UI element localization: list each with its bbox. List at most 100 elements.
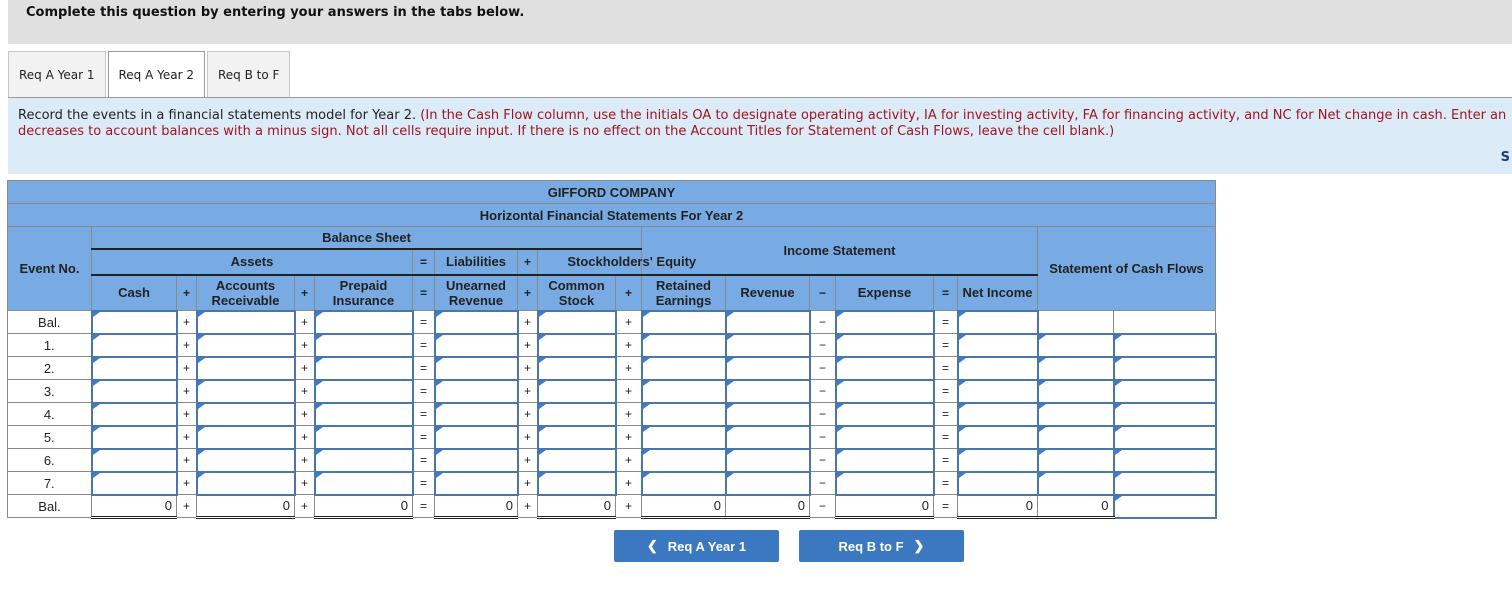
ur-input-cell[interactable] <box>433 309 519 335</box>
pi-input-field[interactable] <box>315 334 412 356</box>
tab-req-a-year-1[interactable]: Req A Year 1 <box>8 51 106 98</box>
cs-input-cell[interactable] <box>536 447 617 473</box>
pi-input-field[interactable] <box>315 380 412 402</box>
net-income-input-field[interactable] <box>958 311 1037 333</box>
cs-input-cell[interactable] <box>536 424 617 450</box>
re-input-field[interactable] <box>642 311 725 333</box>
ar-input-field[interactable] <box>197 472 294 494</box>
cash-flow-activity-input-field[interactable] <box>1114 472 1215 494</box>
cash-input-cell[interactable] <box>90 424 178 450</box>
ar-input-field[interactable] <box>197 449 294 471</box>
cash-input-field[interactable] <box>92 311 176 333</box>
cash-input-field[interactable] <box>92 380 176 402</box>
cash-flow-activity-input-field[interactable] <box>1114 334 1215 356</box>
net-income-input-field[interactable] <box>958 426 1037 448</box>
revenue-input-field[interactable] <box>726 380 809 402</box>
net-income-input-field[interactable] <box>958 449 1037 471</box>
tab-req-a-year-2[interactable]: Req A Year 2 <box>107 51 205 99</box>
revenue-input-field[interactable] <box>726 311 809 333</box>
expense-input-field[interactable] <box>836 357 933 379</box>
cash-flow-activity-input-cell[interactable] <box>1112 332 1217 358</box>
pi-input-cell[interactable] <box>313 424 414 450</box>
cash-flow-activity-input-cell[interactable] <box>1112 470 1217 496</box>
tab-req-b-to-f[interactable]: Req B to F <box>207 51 291 98</box>
pi-input-field[interactable] <box>315 403 412 425</box>
net-income-input-cell[interactable] <box>956 470 1039 496</box>
pi-input-field[interactable] <box>315 357 412 379</box>
expense-input-field[interactable] <box>836 311 933 333</box>
ur-input-cell[interactable] <box>433 424 519 450</box>
pi-input-field[interactable] <box>315 426 412 448</box>
revenue-input-cell[interactable] <box>724 309 811 335</box>
cash-flow-amount-input-cell[interactable] <box>1036 401 1115 427</box>
revenue-input-field[interactable] <box>726 426 809 448</box>
revenue-input-field[interactable] <box>726 403 809 425</box>
cs-input-cell[interactable] <box>536 401 617 427</box>
ur-input-cell[interactable] <box>433 447 519 473</box>
cash-flow-amount-input-cell[interactable] <box>1036 447 1115 473</box>
ur-input-cell[interactable] <box>433 332 519 358</box>
cash-flow-amount-input-field[interactable] <box>1038 426 1113 448</box>
net-income-input-cell[interactable] <box>956 424 1039 450</box>
ar-input-cell[interactable] <box>195 309 296 335</box>
expense-input-field[interactable] <box>836 380 933 402</box>
net-income-input-field[interactable] <box>958 357 1037 379</box>
cash-flow-amount-input-field[interactable] <box>1038 472 1113 494</box>
revenue-input-cell[interactable] <box>724 470 811 496</box>
cash-flow-activity-input-field[interactable] <box>1114 357 1215 379</box>
cs-input-cell[interactable] <box>536 332 617 358</box>
revenue-input-cell[interactable] <box>724 378 811 404</box>
net-income-input-field[interactable] <box>958 403 1037 425</box>
revenue-input-cell[interactable] <box>724 355 811 381</box>
cash-input-cell[interactable] <box>90 401 178 427</box>
revenue-input-field[interactable] <box>726 357 809 379</box>
cash-flow-activity-field[interactable] <box>1114 495 1215 517</box>
ur-input-cell[interactable] <box>433 378 519 404</box>
cs-input-cell[interactable] <box>536 355 617 381</box>
expense-input-cell[interactable] <box>834 378 935 404</box>
cash-flow-amount-input-field[interactable] <box>1038 357 1113 379</box>
ar-input-cell[interactable] <box>195 470 296 496</box>
re-input-field[interactable] <box>642 426 725 448</box>
cash-flow-amount-input-cell[interactable] <box>1036 424 1115 450</box>
ar-input-cell[interactable] <box>195 378 296 404</box>
ur-input-field[interactable] <box>435 334 517 356</box>
net-income-input-cell[interactable] <box>956 309 1039 335</box>
cs-input-cell[interactable] <box>536 309 617 335</box>
re-input-cell[interactable] <box>640 309 727 335</box>
expense-input-cell[interactable] <box>834 309 935 335</box>
cs-input-cell[interactable] <box>536 470 617 496</box>
ur-input-field[interactable] <box>435 311 517 333</box>
net-income-input-cell[interactable] <box>956 332 1039 358</box>
ar-input-field[interactable] <box>197 357 294 379</box>
ur-input-field[interactable] <box>435 403 517 425</box>
re-input-cell[interactable] <box>640 424 727 450</box>
cash-input-field[interactable] <box>92 357 176 379</box>
expense-input-field[interactable] <box>836 403 933 425</box>
cash-flow-activity-input[interactable] <box>1112 493 1217 519</box>
cs-input-field[interactable] <box>538 426 615 448</box>
ur-input-cell[interactable] <box>433 355 519 381</box>
net-income-input-field[interactable] <box>958 380 1037 402</box>
cash-input-cell[interactable] <box>90 332 178 358</box>
pi-input-cell[interactable] <box>313 470 414 496</box>
cash-input-cell[interactable] <box>90 447 178 473</box>
cs-input-field[interactable] <box>538 357 615 379</box>
re-input-field[interactable] <box>642 334 725 356</box>
cash-flow-amount-input-field[interactable] <box>1038 449 1113 471</box>
pi-input-cell[interactable] <box>313 309 414 335</box>
cs-input-field[interactable] <box>538 380 615 402</box>
pi-input-field[interactable] <box>315 472 412 494</box>
pi-input-cell[interactable] <box>313 355 414 381</box>
cash-input-cell[interactable] <box>90 309 178 335</box>
cash-flow-activity-input-cell[interactable] <box>1112 378 1217 404</box>
revenue-input-field[interactable] <box>726 449 809 471</box>
revenue-input-cell[interactable] <box>724 401 811 427</box>
next-button[interactable]: Req B to F ❯ <box>799 530 964 562</box>
cs-input-cell[interactable] <box>536 378 617 404</box>
cs-input-field[interactable] <box>538 449 615 471</box>
re-input-cell[interactable] <box>640 332 727 358</box>
pi-input-cell[interactable] <box>313 378 414 404</box>
cash-flow-amount-input-field[interactable] <box>1038 334 1113 356</box>
cash-flow-activity-input-field[interactable] <box>1114 403 1215 425</box>
